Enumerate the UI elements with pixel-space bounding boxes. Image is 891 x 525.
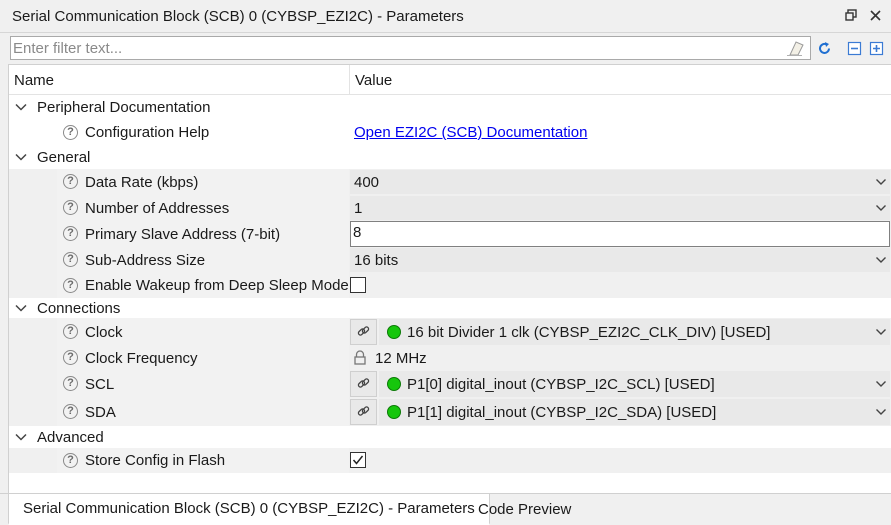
sda-dropdown[interactable]: P1[1] digital_inout (CYBSP_I2C_SDA) [USE… bbox=[379, 399, 890, 425]
prop-configuration-help: ? Configuration Help Open EZI2C (SCB) Do… bbox=[9, 120, 891, 145]
close-icon[interactable] bbox=[866, 6, 884, 24]
prop-primary-slave-address: ? Primary Slave Address (7-bit) bbox=[9, 221, 891, 247]
tab-label: Serial Communication Block (SCB) 0 (CYBS… bbox=[23, 500, 475, 517]
prop-label: Number of Addresses bbox=[85, 200, 230, 217]
section-label: Advanced bbox=[37, 429, 104, 446]
value-column-header[interactable]: Value bbox=[355, 72, 392, 89]
title-bar: Serial Communication Block (SCB) 0 (CYBS… bbox=[0, 0, 891, 33]
section-label: Connections bbox=[37, 300, 121, 317]
eraser-icon[interactable] bbox=[784, 39, 806, 57]
prop-scl: ? SCL P1[0] digital_inout (CYBSP_I2C_SCL… bbox=[9, 370, 891, 398]
prop-label: Clock Frequency bbox=[85, 350, 198, 367]
help-icon[interactable]: ? bbox=[63, 324, 78, 339]
help-icon[interactable]: ? bbox=[63, 252, 78, 267]
filter-box bbox=[10, 36, 811, 60]
number-of-addresses-dropdown[interactable]: 1 bbox=[350, 196, 890, 220]
help-icon[interactable]: ? bbox=[63, 200, 78, 215]
grid-header: Name Value bbox=[9, 65, 891, 95]
chevron-down-icon[interactable] bbox=[14, 100, 28, 114]
help-icon[interactable]: ? bbox=[63, 404, 78, 419]
dropdown-value: 16 bits bbox=[354, 252, 399, 269]
dropdown-value: 1 bbox=[354, 200, 363, 217]
lock-icon bbox=[353, 350, 367, 366]
tab-code-preview[interactable]: Code Preview bbox=[464, 494, 585, 525]
section-general[interactable]: General bbox=[9, 145, 891, 169]
chevron-down-icon[interactable] bbox=[874, 253, 888, 267]
store-config-checkbox[interactable] bbox=[350, 452, 366, 468]
prop-label: Configuration Help bbox=[85, 124, 210, 141]
primary-slave-address-input[interactable] bbox=[353, 224, 853, 241]
filter-input[interactable] bbox=[13, 39, 773, 57]
dropdown-value: P1[1] digital_inout (CYBSP_I2C_SDA) [USE… bbox=[407, 404, 717, 421]
dropdown-value: 16 bit Divider 1 clk (CYBSP_EZI2C_CLK_DI… bbox=[407, 324, 771, 341]
collapse-all-icon[interactable] bbox=[846, 40, 863, 57]
prop-enable-wakeup: ? Enable Wakeup from Deep Sleep Mode bbox=[9, 273, 891, 298]
property-grid: Name Value Peripheral Documentation ? Co… bbox=[8, 64, 891, 493]
prop-store-config: ? Store Config in Flash bbox=[9, 448, 891, 473]
prop-sda: ? SDA P1[1] digital_inout (CYBSP_I2C_SDA… bbox=[9, 398, 891, 426]
chevron-down-icon[interactable] bbox=[874, 175, 888, 189]
dropdown-value: P1[0] digital_inout (CYBSP_I2C_SCL) [USE… bbox=[407, 376, 715, 393]
section-label: General bbox=[37, 149, 91, 166]
prop-sub-address-size: ? Sub-Address Size 16 bits bbox=[9, 247, 891, 273]
prop-label: Data Rate (kbps) bbox=[85, 174, 199, 191]
prop-clock: ? Clock 16 bit Divider 1 clk (CYBSP_EZI2… bbox=[9, 318, 891, 346]
chevron-down-icon[interactable] bbox=[874, 377, 888, 391]
data-rate-dropdown[interactable]: 400 bbox=[350, 170, 890, 194]
documentation-link[interactable]: Open EZI2C (SCB) Documentation bbox=[354, 124, 587, 141]
section-peripheral-documentation[interactable]: Peripheral Documentation bbox=[9, 95, 891, 120]
status-ok-icon bbox=[387, 405, 401, 419]
prop-label: Enable Wakeup from Deep Sleep Mode bbox=[85, 277, 349, 294]
chevron-down-icon[interactable] bbox=[874, 325, 888, 339]
prop-label: SCL bbox=[85, 376, 115, 393]
name-column-header[interactable]: Name bbox=[14, 72, 54, 89]
primary-slave-address-field-box bbox=[350, 221, 890, 247]
chevron-down-icon[interactable] bbox=[14, 301, 28, 315]
help-icon[interactable]: ? bbox=[63, 376, 78, 391]
sub-address-size-dropdown[interactable]: 16 bits bbox=[350, 248, 890, 272]
prop-clock-frequency: ? Clock Frequency 12 MHz bbox=[9, 346, 891, 370]
enable-wakeup-checkbox[interactable] bbox=[350, 277, 366, 293]
expand-all-icon[interactable] bbox=[868, 40, 885, 57]
prop-label: SDA bbox=[85, 404, 116, 421]
help-icon[interactable]: ? bbox=[63, 350, 78, 365]
window-title: Serial Communication Block (SCB) 0 (CYBS… bbox=[12, 8, 464, 25]
bottom-tab-bar: Serial Communication Block (SCB) 0 (CYBS… bbox=[0, 493, 891, 525]
help-icon[interactable]: ? bbox=[63, 453, 78, 468]
refresh-icon[interactable] bbox=[816, 40, 833, 57]
status-ok-icon bbox=[387, 377, 401, 391]
help-icon[interactable]: ? bbox=[63, 226, 78, 241]
clock-dropdown[interactable]: 16 bit Divider 1 clk (CYBSP_EZI2C_CLK_DI… bbox=[379, 319, 890, 345]
filter-toolbar bbox=[0, 33, 891, 63]
help-icon[interactable]: ? bbox=[63, 125, 78, 140]
tab-parameters[interactable]: Serial Communication Block (SCB) 0 (CYBS… bbox=[8, 494, 490, 525]
prop-label: Clock bbox=[85, 324, 123, 341]
scl-dropdown[interactable]: P1[0] digital_inout (CYBSP_I2C_SCL) [USE… bbox=[379, 371, 890, 397]
dropdown-value: 400 bbox=[354, 174, 380, 191]
prop-label: Store Config in Flash bbox=[85, 452, 226, 469]
section-connections[interactable]: Connections bbox=[9, 298, 891, 318]
clock-frequency-value: 12 MHz bbox=[375, 350, 427, 367]
prop-data-rate: ? Data Rate (kbps) 400 bbox=[9, 169, 891, 195]
prop-label: Sub-Address Size bbox=[85, 252, 206, 269]
prop-label: Primary Slave Address (7-bit) bbox=[85, 226, 281, 243]
section-label: Peripheral Documentation bbox=[37, 99, 211, 116]
link-icon[interactable] bbox=[350, 319, 377, 345]
help-icon[interactable]: ? bbox=[63, 278, 78, 293]
chevron-down-icon[interactable] bbox=[874, 201, 888, 215]
link-icon[interactable] bbox=[350, 399, 377, 425]
chevron-down-icon[interactable] bbox=[14, 150, 28, 164]
prop-number-of-addresses: ? Number of Addresses 1 bbox=[9, 195, 891, 221]
restore-window-icon[interactable] bbox=[842, 6, 860, 24]
status-ok-icon bbox=[387, 325, 401, 339]
checkmark-icon bbox=[352, 455, 364, 465]
chevron-down-icon[interactable] bbox=[874, 405, 888, 419]
chevron-down-icon[interactable] bbox=[14, 430, 28, 444]
help-icon[interactable]: ? bbox=[63, 174, 78, 189]
tab-label: Code Preview bbox=[478, 501, 572, 518]
link-icon[interactable] bbox=[350, 371, 377, 397]
column-separator[interactable] bbox=[349, 65, 350, 95]
section-advanced[interactable]: Advanced bbox=[9, 426, 891, 448]
